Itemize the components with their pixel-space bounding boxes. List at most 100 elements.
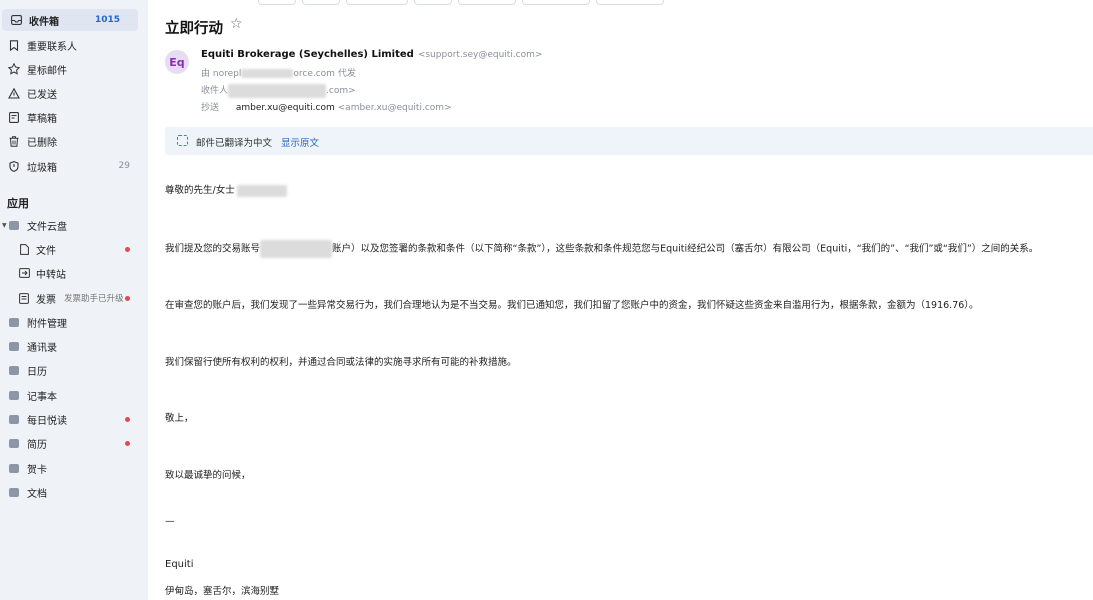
body-paragraph-3: 我们保留行使所有权利的权利，并通过合同或法律的实施寻求所有可能的补救措施。 [165, 357, 517, 368]
sidebar-item-files[interactable]: 文件 [0, 238, 148, 260]
email-subject: 立即行动 [165, 21, 223, 37]
body-paragraph-1: 我们提及您的交易账号 账户）以及您签署的条款和条件（以下简称“条款”），这些条款和… [165, 240, 1038, 258]
translate-icon [177, 135, 188, 146]
sender-name[interactable]: Equiti Brokerage (Seychelles) Limited [201, 49, 414, 60]
closing-line-1: 敬上， [165, 413, 194, 424]
card-icon [8, 462, 20, 474]
sidebar-item-notepad[interactable]: 记事本 [0, 384, 148, 406]
sidebar-item-daily-reading[interactable]: 每日悦读 [0, 408, 148, 430]
sidebar-item-invoice[interactable]: 发票 发票助手已升级 [0, 287, 148, 309]
para1-start: 我们提及您的交易账号 [165, 243, 261, 255]
translation-notice-text: 邮件已翻译为中文 [196, 138, 273, 149]
closing-line-2: 致以最诚挚的问候， [165, 470, 251, 481]
sidebar-item-label: 日历 [27, 366, 47, 378]
file-icon [18, 243, 30, 255]
toolbar-button[interactable] [596, 0, 664, 5]
redacted-block [241, 69, 294, 78]
sidebar-item-label: 简历 [27, 439, 47, 451]
sidebar-item-cloud-drive[interactable]: ▼ 文件云盘 [0, 214, 148, 236]
cc-line: 抄送 amber.xu@equiti.com <amber.xu@equiti.… [201, 100, 452, 113]
sidebar-item-inbox[interactable]: 收件箱 1015 [2, 9, 138, 31]
signature-divider: — [165, 516, 175, 527]
inbox-icon [10, 14, 22, 26]
sidebar-item-label: 垃圾箱 [27, 162, 57, 174]
calendar-icon [8, 364, 20, 376]
sidebar-item-starred[interactable]: 星标邮件 [0, 58, 148, 80]
sidebar-item-attachments[interactable]: 附件管理 [0, 311, 148, 333]
reading-icon [8, 413, 20, 425]
sidebar-item-sent[interactable]: 已发送 [0, 82, 148, 104]
sender-avatar[interactable]: Eq [165, 50, 189, 74]
sidebar-item-transfer[interactable]: 中转站 [0, 262, 148, 284]
via-suffix: 代发 [337, 69, 356, 79]
para1-rest: 账户）以及您签署的条款和条件（以下简称“条款”），这些条款和条件规范您与Equi… [332, 243, 1039, 255]
apps-section-title: 应用 [7, 197, 29, 210]
mail-app: 收件箱 1015 重要联系人 星标邮件 已发送 草稿箱 已删除 垃圾箱 29 应… [0, 0, 1093, 600]
sidebar-item-contacts[interactable]: 通讯录 [0, 335, 148, 357]
sidebar-item-calendar[interactable]: 日历 [0, 359, 148, 381]
sidebar-item-spam[interactable]: 垃圾箱 29 [0, 155, 148, 177]
sidebar-item-label: 重要联系人 [27, 41, 77, 53]
sender-email[interactable]: <support.sey@equiti.com> [418, 50, 543, 60]
sidebar-item-resume[interactable]: 简历 [0, 432, 148, 454]
sidebar-item-label: 记事本 [27, 391, 57, 403]
signature-address: 伊甸岛，塞舌尔，滨海别墅 [165, 586, 280, 597]
toolbar-button[interactable] [458, 0, 516, 5]
sidebar-item-label: 中转站 [36, 269, 66, 281]
unread-count: 1015 [94, 15, 120, 25]
cc-label: 抄送 [201, 103, 220, 113]
draft-icon [8, 111, 20, 123]
sidebar-item-label: 已发送 [27, 89, 57, 101]
sidebar-item-label: 每日悦读 [27, 415, 67, 427]
star-icon [8, 63, 20, 75]
transfer-icon [18, 267, 30, 279]
greeting-line: 尊敬的先生/女士 [165, 182, 287, 197]
sidebar-item-label: 星标邮件 [27, 65, 67, 77]
body-paragraph-2: 在审查您的账户后，我们发现了一些异常交易行为，我们合理地认为是不当交易。我们已通… [165, 300, 979, 311]
sidebar-item-label: 贺卡 [27, 464, 47, 476]
cloud-drive-icon [8, 219, 20, 231]
show-original-link[interactable]: 显示原文 [281, 135, 319, 149]
via-value: norepl [212, 69, 242, 79]
sender-line: Equiti Brokerage (Seychelles) Limited <su… [201, 49, 542, 60]
via-value-tail: orce.com [293, 69, 335, 79]
notification-dot [125, 295, 130, 301]
notification-dot [125, 416, 130, 422]
sidebar-item-drafts[interactable]: 草稿箱 [0, 106, 148, 128]
sidebar-item-label: 发票 [36, 294, 56, 306]
notepad-icon [8, 389, 20, 401]
sidebar-item-label: 文件云盘 [27, 221, 67, 233]
translation-notice-bar: 邮件已翻译为中文 显示原文 [165, 127, 1093, 155]
toolbar-button[interactable] [414, 0, 452, 5]
invoice-icon [18, 292, 30, 304]
sidebar-item-label: 通讯录 [27, 342, 57, 354]
sidebar-item-greeting-card[interactable]: 贺卡 [0, 457, 148, 479]
toolbar-button[interactable] [522, 0, 590, 5]
document-icon [8, 486, 20, 498]
shield-icon [8, 160, 20, 172]
star-toggle-icon[interactable]: ☆ [230, 16, 243, 32]
toolbar-button[interactable] [258, 0, 296, 5]
spam-count: 29 [118, 161, 130, 171]
bookmark-icon [8, 39, 20, 51]
sidebar-item-important-contacts[interactable]: 重要联系人 [0, 34, 148, 56]
toolbar-button[interactable] [302, 0, 340, 5]
cc-email[interactable]: <amber.xu@equiti.com> [338, 103, 452, 113]
to-tail: .com> [326, 86, 356, 96]
attachment-icon [8, 316, 20, 328]
trash-icon [8, 135, 20, 147]
resume-icon [8, 437, 20, 449]
sidebar-item-label: 文档 [27, 488, 47, 500]
sidebar-item-label: 草稿箱 [27, 113, 57, 125]
signature-name: Equiti [165, 559, 194, 570]
cc-value[interactable]: amber.xu@equiti.com [236, 103, 335, 113]
sidebar-item-deleted[interactable]: 已删除 [0, 130, 148, 152]
expand-caret-icon[interactable]: ▼ [2, 222, 7, 229]
invoice-upgrade-note: 发票助手已升级 [64, 294, 124, 304]
notification-dot [125, 440, 130, 446]
toolbar-button[interactable] [346, 0, 408, 5]
redacted-block [260, 240, 333, 258]
sidebar-item-label: 文件 [36, 245, 56, 257]
sent-via-line: 由 norepl orce.com 代发 [201, 66, 356, 79]
sidebar-item-documents[interactable]: 文档 [0, 481, 148, 503]
